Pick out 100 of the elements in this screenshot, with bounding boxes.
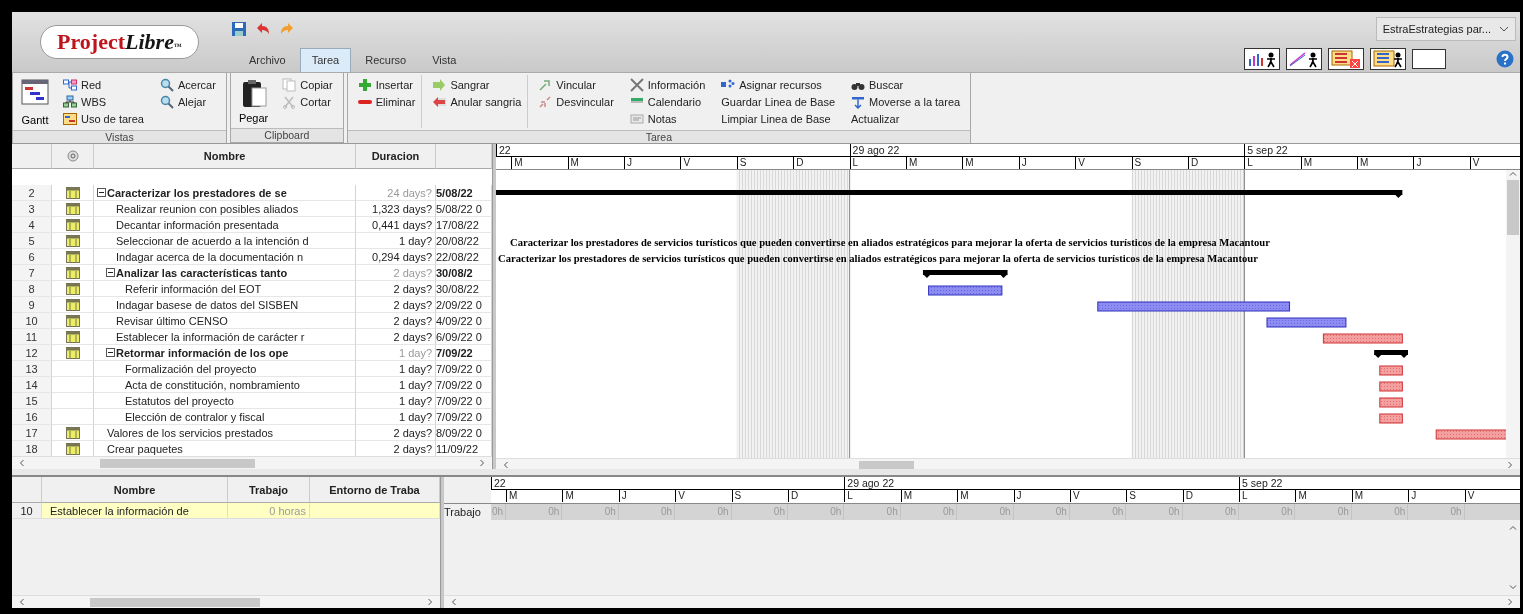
scrollbar-thumb[interactable] bbox=[859, 460, 914, 469]
chevron-left-icon[interactable] bbox=[502, 461, 510, 469]
note-icon bbox=[629, 111, 644, 126]
ribbon-button[interactable]: Notas bbox=[629, 111, 706, 126]
ribbon-button[interactable]: Desvincular bbox=[538, 94, 614, 109]
ribbon-button[interactable]: Eliminar bbox=[357, 94, 416, 109]
timescale-label: 22 bbox=[496, 144, 850, 156]
column-header[interactable]: Duracion bbox=[356, 144, 436, 169]
help-icon[interactable] bbox=[1496, 50, 1514, 68]
critical-task-bar[interactable] bbox=[1435, 429, 1506, 440]
column-header[interactable] bbox=[436, 144, 492, 169]
chevron-up-icon[interactable] bbox=[1509, 170, 1517, 178]
bar-chart-person-icon[interactable] bbox=[1244, 48, 1280, 70]
duration-cell: 1 day? bbox=[356, 361, 436, 377]
ribbon-button[interactable]: Alejar bbox=[160, 94, 216, 109]
ribbon-button[interactable]: Copiar bbox=[282, 77, 333, 92]
project-dropdown[interactable]: EstraEstrategias par... bbox=[1375, 17, 1516, 41]
work-cell: 0 horas bbox=[228, 503, 310, 519]
summary-bar[interactable] bbox=[496, 190, 1403, 198]
save-icon[interactable] bbox=[231, 21, 247, 37]
ribbon-button[interactable]: Insertar bbox=[357, 77, 416, 92]
table-cross-icon[interactable] bbox=[1328, 48, 1364, 70]
day-label: J bbox=[1408, 490, 1465, 502]
chevron-left-icon[interactable] bbox=[18, 598, 26, 606]
chevron-left-icon[interactable] bbox=[18, 459, 26, 467]
toolbar-field[interactable] bbox=[1412, 49, 1446, 69]
critical-task-bar[interactable] bbox=[1379, 381, 1403, 392]
ribbon-button[interactable]: Cortar bbox=[282, 94, 333, 109]
chain-link-icon bbox=[538, 77, 553, 92]
ribbon-button[interactable]: Limpiar Linea de Base bbox=[721, 111, 836, 126]
column-header[interactable]: Nombre bbox=[42, 477, 228, 503]
pages-icon bbox=[282, 77, 297, 92]
work-cell: 0h bbox=[1295, 504, 1352, 520]
horizontal-scrollbar[interactable] bbox=[12, 595, 440, 608]
broken-chain-icon bbox=[538, 94, 553, 109]
chevron-right-icon[interactable] bbox=[426, 598, 434, 606]
ribbon-button[interactable]: WBS bbox=[63, 94, 144, 109]
splitter-bar[interactable] bbox=[12, 469, 1520, 477]
ribbon-button[interactable]: Guardar Linea de Base bbox=[721, 94, 836, 109]
ribbon-button[interactable]: Gantt bbox=[17, 75, 53, 128]
critical-task-bar[interactable] bbox=[1379, 413, 1403, 424]
ribbon-button[interactable]: Uso de tarea bbox=[63, 111, 144, 126]
ribbon-button[interactable]: Sangrar bbox=[432, 77, 522, 92]
ribbon-button[interactable]: Red bbox=[63, 77, 144, 92]
scrollbar-thumb[interactable] bbox=[1507, 180, 1519, 235]
row-number: 15 bbox=[12, 393, 52, 409]
column-header[interactable] bbox=[12, 477, 42, 503]
ribbon-button[interactable]: Calendario bbox=[629, 94, 706, 109]
task-name: Establecer la información de carácter r bbox=[116, 330, 305, 343]
task-bar[interactable] bbox=[1266, 317, 1347, 328]
horizontal-scrollbar[interactable] bbox=[496, 458, 1520, 469]
day-label: M bbox=[1357, 157, 1414, 169]
ribbon-button[interactable]: Anular sangria bbox=[432, 94, 522, 109]
duration-cell: 2 days? bbox=[356, 297, 436, 313]
critical-task-bar[interactable] bbox=[1322, 333, 1403, 344]
chevron-right-icon[interactable] bbox=[478, 459, 486, 467]
tab[interactable]: Archivo bbox=[237, 48, 298, 72]
table-person-icon[interactable] bbox=[1370, 48, 1406, 70]
chevron-right-icon[interactable] bbox=[1506, 598, 1514, 606]
tab[interactable]: Vista bbox=[420, 48, 469, 72]
row-number: 3 bbox=[12, 201, 52, 217]
row-number: 7 bbox=[12, 265, 52, 281]
vertical-scrollbar[interactable] bbox=[1506, 170, 1520, 458]
line-chart-person-icon[interactable] bbox=[1286, 48, 1322, 70]
collapse-icon[interactable] bbox=[97, 188, 106, 197]
task-bar[interactable] bbox=[928, 285, 1003, 296]
task-bar[interactable] bbox=[1097, 301, 1291, 312]
day-label: D bbox=[1187, 157, 1245, 169]
ribbon-button[interactable]: Pegar bbox=[234, 75, 273, 126]
column-header[interactable]: Nombre bbox=[94, 144, 356, 169]
tab[interactable]: Recurso bbox=[353, 48, 419, 72]
critical-task-bar[interactable] bbox=[1379, 365, 1403, 376]
summary-bar[interactable] bbox=[1374, 350, 1408, 358]
scrollbar-thumb[interactable] bbox=[90, 597, 260, 607]
chevron-up-icon[interactable] bbox=[1509, 524, 1517, 532]
column-header[interactable] bbox=[12, 144, 52, 169]
collapse-icon[interactable] bbox=[106, 268, 115, 277]
scrollbar-thumb[interactable] bbox=[100, 458, 255, 468]
horizontal-scrollbar[interactable] bbox=[444, 595, 1520, 608]
chevron-left-icon[interactable] bbox=[450, 598, 458, 606]
critical-task-bar[interactable] bbox=[1379, 397, 1403, 408]
ribbon-button[interactable]: Asignar recursos bbox=[721, 77, 836, 92]
tab[interactable]: Tarea bbox=[299, 48, 352, 72]
ribbon-button[interactable]: Vincular bbox=[538, 77, 614, 92]
horizontal-scrollbar[interactable] bbox=[12, 456, 492, 469]
ribbon-button[interactable]: Acercar bbox=[160, 77, 216, 92]
ribbon-button[interactable]: Actualizar bbox=[851, 111, 961, 126]
chevron-down-icon[interactable] bbox=[1499, 25, 1509, 33]
ribbon-button[interactable]: Moverse a la tarea bbox=[851, 94, 961, 109]
day-label: V bbox=[1464, 490, 1520, 502]
column-header[interactable]: Entorno de Traba bbox=[310, 477, 440, 503]
column-header[interactable]: Trabajo bbox=[228, 477, 310, 503]
ribbon-button[interactable]: Buscar bbox=[851, 77, 961, 92]
ribbon-button[interactable]: Información bbox=[629, 77, 706, 92]
bar-label: Caracterizar los prestadores de servicios turísticos que pueden convertirse en aliados estratégicos para mejorar la oferta de servicios turísticos de la empresa Macantour bbox=[498, 253, 1258, 264]
day-label: V bbox=[675, 490, 732, 502]
chevron-right-icon[interactable] bbox=[1506, 461, 1514, 469]
collapse-icon[interactable] bbox=[106, 348, 115, 357]
summary-bar[interactable] bbox=[922, 270, 1008, 278]
work-cell: 0h bbox=[562, 504, 619, 520]
